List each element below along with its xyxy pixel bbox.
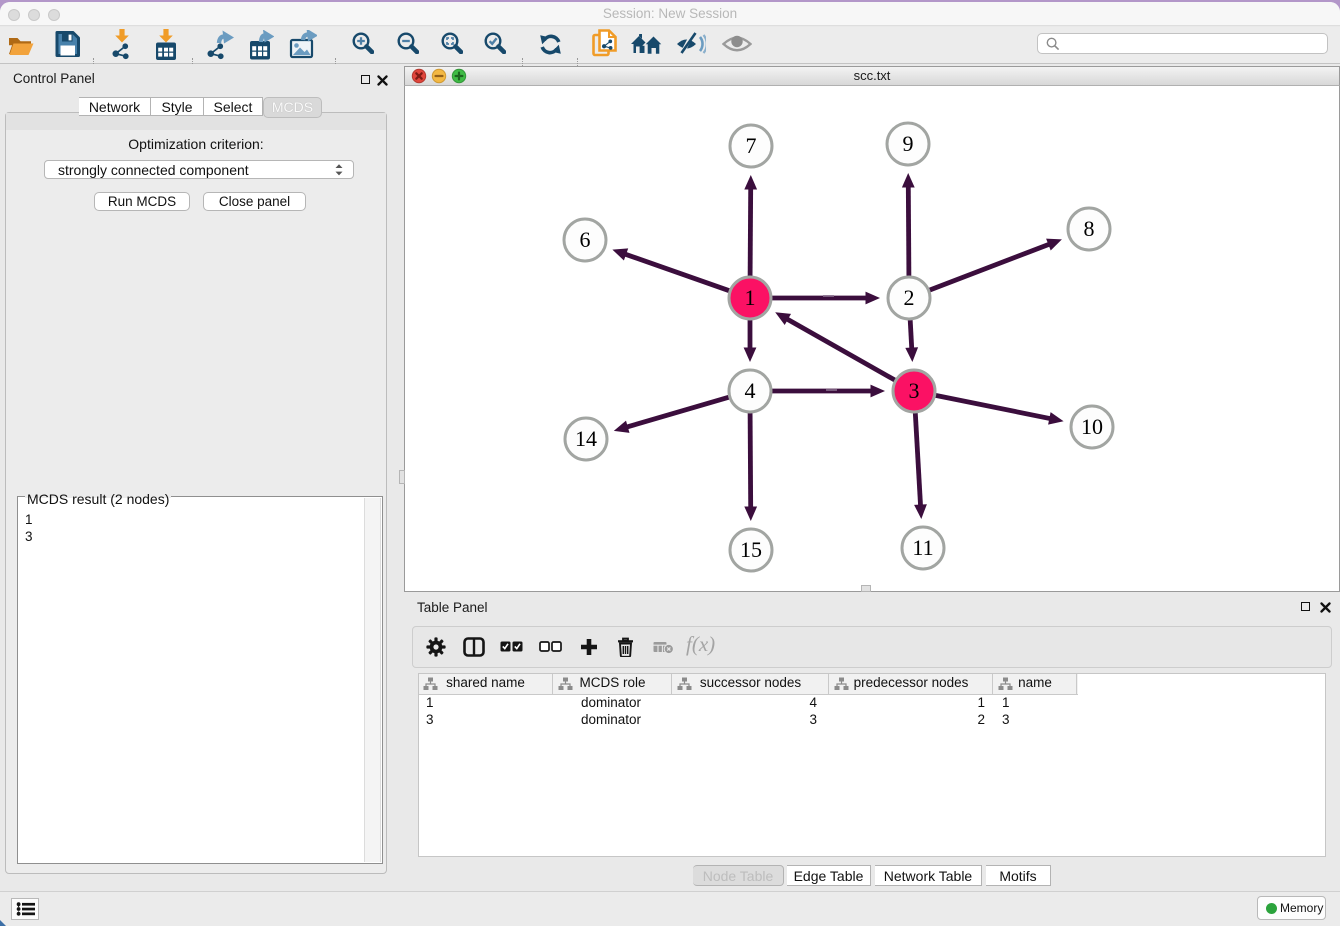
svg-text:4: 4	[745, 378, 756, 403]
svg-text:6: 6	[580, 227, 591, 252]
svg-text:15: 15	[740, 537, 762, 562]
svg-text:8: 8	[1084, 216, 1095, 241]
svg-text:1: 1	[745, 285, 756, 310]
svg-text:14: 14	[575, 426, 597, 451]
svg-text:11: 11	[912, 535, 933, 560]
svg-text:7: 7	[746, 133, 757, 158]
svg-text:9: 9	[903, 131, 914, 156]
svg-text:10: 10	[1081, 414, 1103, 439]
svg-text:2: 2	[904, 285, 915, 310]
svg-text:3: 3	[909, 378, 920, 403]
